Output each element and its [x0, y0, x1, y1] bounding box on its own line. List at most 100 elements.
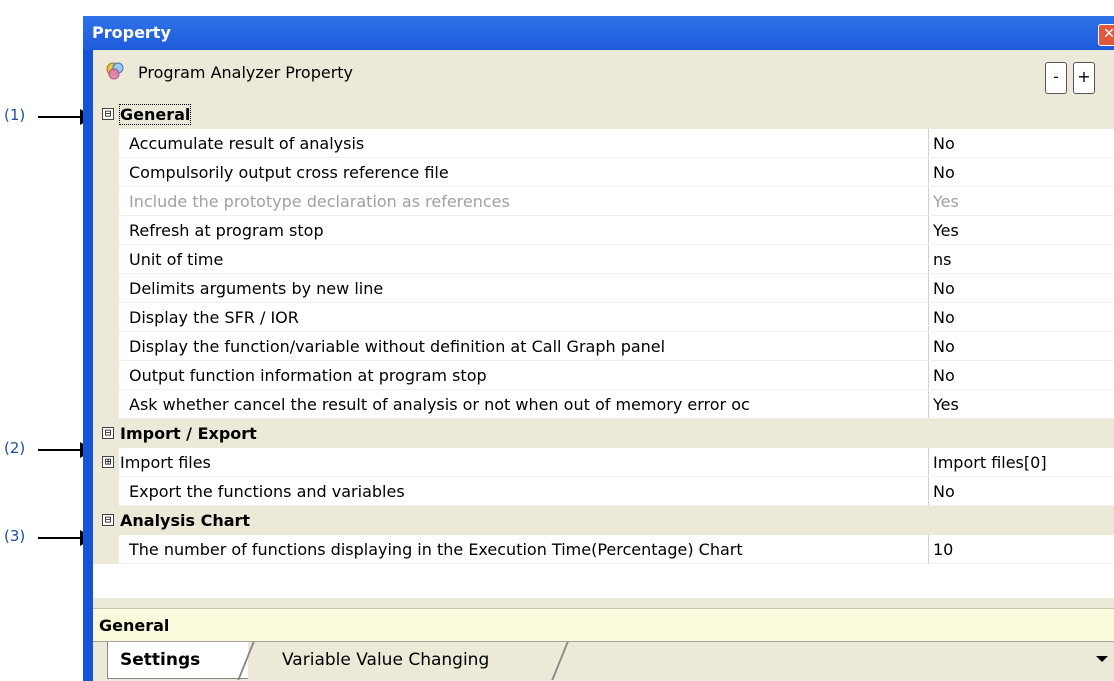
row-gutter	[93, 332, 119, 361]
row-gutter	[93, 303, 119, 332]
property-value[interactable]: Yes	[933, 395, 959, 414]
column-divider	[928, 535, 929, 564]
panel-content: Program Analyzer Property - + ⊟ General …	[93, 50, 1114, 681]
tab-dropdown-icon[interactable]	[1096, 656, 1108, 662]
property-name: Refresh at program stop	[129, 221, 324, 240]
property-value[interactable]: No	[933, 482, 955, 501]
category-label: Import / Export	[120, 424, 257, 443]
callout-label: (2)	[4, 439, 26, 457]
collapse-toggle-icon[interactable]: ⊟	[102, 514, 114, 526]
program-analyzer-icon	[106, 62, 124, 80]
property-row[interactable]: Ask whether cancel the result of analysi…	[93, 390, 1114, 419]
property-value: Yes	[933, 192, 959, 211]
property-row[interactable]: The number of functions displaying in th…	[93, 535, 1114, 564]
column-divider	[928, 187, 929, 216]
property-name: The number of functions displaying in th…	[129, 540, 743, 559]
property-row[interactable]: Display the function/variable without de…	[93, 332, 1114, 361]
column-divider	[928, 448, 929, 477]
property-row[interactable]: ⊞ Import files Import files[0]	[93, 448, 1114, 477]
row-gutter	[93, 245, 119, 274]
property-name: Display the SFR / IOR	[129, 308, 299, 327]
column-divider	[928, 158, 929, 187]
column-divider	[928, 390, 929, 419]
close-button[interactable]: ✕	[1098, 24, 1114, 46]
collapse-all-button[interactable]: -	[1045, 62, 1067, 94]
column-divider	[928, 245, 929, 274]
row-gutter	[93, 216, 119, 245]
column-divider	[928, 303, 929, 332]
collapse-toggle-icon[interactable]: ⊟	[102, 427, 114, 439]
property-value[interactable]: No	[933, 134, 955, 153]
property-name: Accumulate result of analysis	[129, 134, 365, 153]
tab-label: Variable Value Changing	[282, 650, 490, 670]
property-row-disabled: Include the prototype declaration as ref…	[93, 187, 1114, 216]
property-value[interactable]: Import files[0]	[933, 453, 1047, 472]
property-name: Include the prototype declaration as ref…	[129, 192, 510, 211]
description-bar: General	[93, 608, 1114, 641]
property-grid: ⊟ General Accumulate result of analysis …	[93, 100, 1114, 598]
property-row[interactable]: Export the functions and variables No	[93, 477, 1114, 506]
title-bar: Property ✕	[83, 16, 1114, 50]
callout-arrow-line	[38, 116, 82, 118]
expand-toggle-icon[interactable]: ⊞	[102, 456, 114, 468]
expand-all-button[interactable]: +	[1073, 62, 1095, 94]
property-name: Display the function/variable without de…	[129, 337, 666, 356]
tab-label: Settings	[120, 650, 201, 670]
property-value[interactable]: ns	[933, 250, 951, 269]
property-value[interactable]: No	[933, 366, 955, 385]
property-name: Ask whether cancel the result of analysi…	[129, 395, 750, 414]
property-row[interactable]: Unit of time ns	[93, 245, 1114, 274]
property-name: Compulsorily output cross reference file	[129, 163, 449, 182]
callout-arrow-line	[38, 449, 82, 451]
row-gutter	[93, 274, 119, 303]
property-header: Program Analyzer Property - +	[93, 50, 1114, 98]
property-name: Unit of time	[129, 250, 224, 269]
property-row[interactable]: Output function information at program s…	[93, 361, 1114, 390]
property-name: Import files	[120, 453, 211, 472]
property-name: Output function information at program s…	[129, 366, 487, 385]
collapse-toggle-icon[interactable]: ⊟	[102, 108, 114, 120]
property-row[interactable]: Delimits arguments by new line No	[93, 274, 1114, 303]
property-panel: Property ✕ Program Analyzer Property - +…	[83, 16, 1114, 681]
tab-bar: Settings Variable Value Changing	[93, 641, 1114, 681]
column-divider	[928, 332, 929, 361]
property-value[interactable]: Yes	[933, 221, 959, 240]
column-divider	[928, 216, 929, 245]
property-row[interactable]: Display the SFR / IOR No	[93, 303, 1114, 332]
category-label: General	[118, 104, 192, 125]
callout-label: (3)	[4, 527, 26, 545]
description-text: General	[99, 616, 170, 635]
row-gutter	[93, 361, 119, 390]
column-divider	[928, 477, 929, 506]
category-general[interactable]: ⊟ General	[93, 100, 1114, 129]
row-divider	[119, 563, 1114, 564]
property-row[interactable]: Compulsorily output cross reference file…	[93, 158, 1114, 187]
property-title: Program Analyzer Property	[138, 63, 354, 82]
row-gutter	[93, 158, 119, 187]
row-gutter	[93, 129, 119, 158]
callout-arrow-line	[38, 537, 82, 539]
tab-variable-value-changing[interactable]: Variable Value Changing	[263, 642, 563, 678]
window-title: Property	[92, 23, 171, 42]
property-row[interactable]: Refresh at program stop Yes	[93, 216, 1114, 245]
tab-settings[interactable]: Settings	[107, 642, 248, 679]
row-gutter	[93, 187, 119, 216]
property-row[interactable]: Accumulate result of analysis No	[93, 129, 1114, 158]
property-value[interactable]: No	[933, 308, 955, 327]
row-gutter	[93, 390, 119, 419]
property-name: Export the functions and variables	[129, 482, 405, 501]
category-analysis-chart[interactable]: ⊟ Analysis Chart	[93, 506, 1114, 535]
column-divider	[928, 129, 929, 158]
column-divider	[928, 361, 929, 390]
row-gutter	[93, 535, 119, 564]
property-value[interactable]: 10	[933, 540, 953, 559]
column-divider	[928, 274, 929, 303]
property-name: Delimits arguments by new line	[129, 279, 384, 298]
property-value[interactable]: No	[933, 163, 955, 182]
property-value[interactable]: No	[933, 337, 955, 356]
category-import-export[interactable]: ⊟ Import / Export	[93, 419, 1114, 448]
row-gutter	[93, 477, 119, 506]
property-value[interactable]: No	[933, 279, 955, 298]
category-label: Analysis Chart	[120, 511, 251, 530]
callout-label: (1)	[4, 106, 26, 124]
